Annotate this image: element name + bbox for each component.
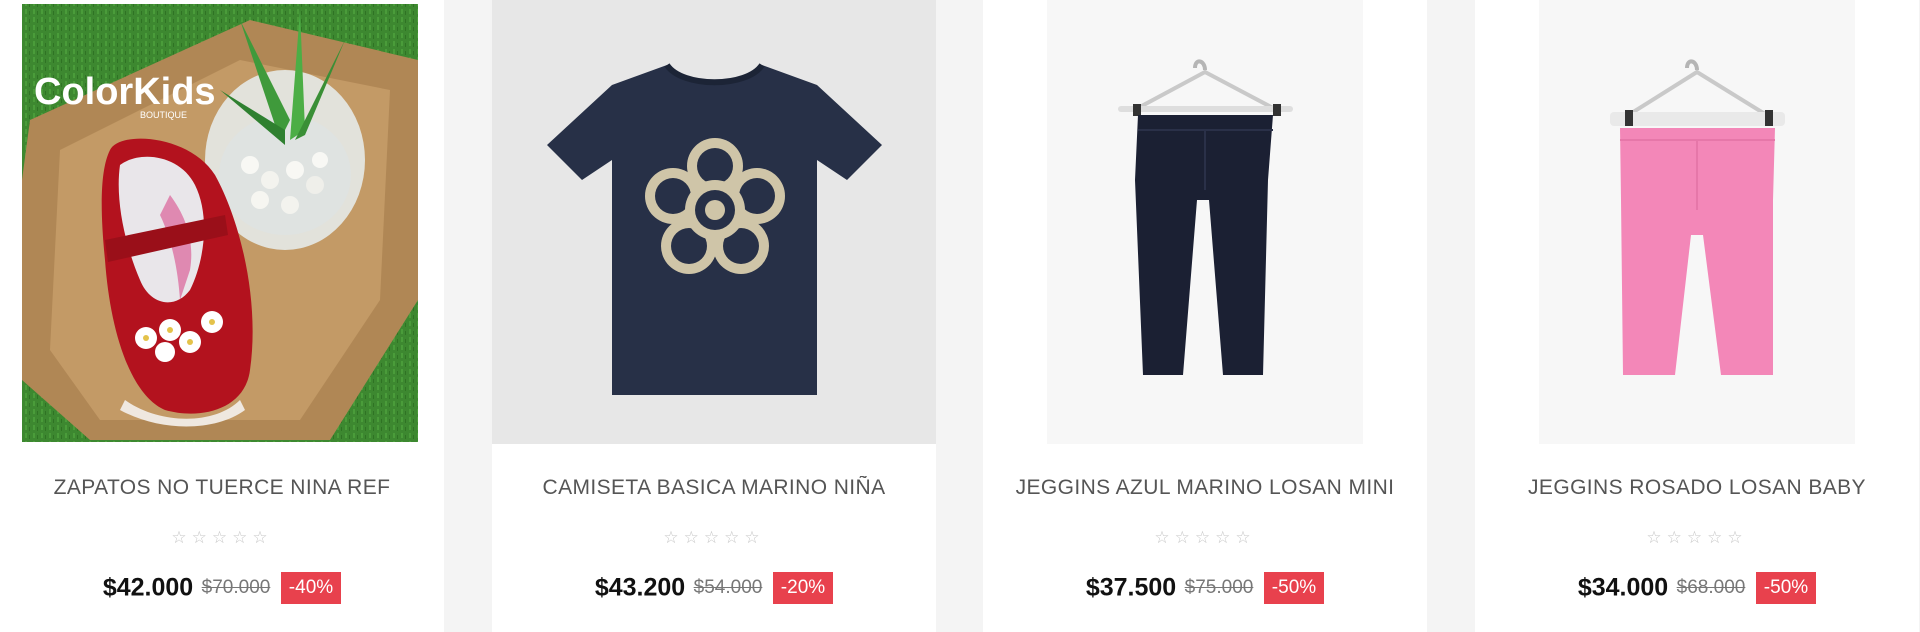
- discount-badge: -40%: [280, 572, 342, 604]
- product-grid: ColorKids BOUTIQUE ZAPATOS NO TUERCE NIN…: [0, 0, 1920, 632]
- star-outline-icon: ☆: [1686, 528, 1708, 547]
- star-outline-icon: ☆: [211, 528, 233, 547]
- rating-stars: ☆☆☆☆☆: [0, 528, 444, 548]
- star-outline-icon: ☆: [171, 528, 192, 547]
- original-price: $70.000: [201, 577, 271, 598]
- star-outline-icon: ☆: [1646, 528, 1667, 547]
- star-outline-icon: ☆: [1154, 528, 1175, 547]
- product-card[interactable]: JEGGINS ROSADO LOSAN BABY ☆☆☆☆☆ $34.000 …: [1475, 0, 1919, 632]
- product-card[interactable]: ColorKids BOUTIQUE ZAPATOS NO TUERCE NIN…: [0, 0, 444, 632]
- star-outline-icon: ☆: [1215, 528, 1236, 547]
- product-title[interactable]: JEGGINS ROSADO LOSAN BABY: [1475, 476, 1919, 500]
- star-outline-icon: ☆: [663, 528, 684, 547]
- rating-stars: ☆☆☆☆☆: [1475, 528, 1919, 548]
- rating-stars: ☆☆☆☆☆: [492, 528, 936, 548]
- sale-price: $43.200: [594, 573, 686, 602]
- star-outline-icon: ☆: [1235, 528, 1256, 547]
- star-outline-icon: ☆: [1174, 528, 1195, 547]
- tshirt-photo: [492, 0, 936, 444]
- original-price: $75.000: [1184, 577, 1254, 598]
- discount-badge: -20%: [772, 572, 834, 604]
- svg-text:BOUTIQUE: BOUTIQUE: [140, 110, 187, 120]
- original-price: $68.000: [1676, 577, 1746, 598]
- price-row: $42.000 $70.000 -40%: [0, 572, 444, 604]
- star-outline-icon: ☆: [1194, 528, 1216, 547]
- navy-jeggings-photo: [983, 0, 1427, 444]
- svg-text:ColorKids: ColorKids: [34, 71, 216, 113]
- shoe-photo: ColorKids BOUTIQUE: [0, 0, 444, 444]
- star-outline-icon: ☆: [191, 528, 212, 547]
- pink-jeggings-photo: [1475, 0, 1919, 444]
- star-outline-icon: ☆: [1707, 528, 1728, 547]
- product-image[interactable]: ColorKids BOUTIQUE: [0, 0, 444, 444]
- star-outline-icon: ☆: [232, 528, 253, 547]
- star-outline-icon: ☆: [744, 528, 765, 547]
- price-row: $43.200 $54.000 -20%: [492, 572, 936, 604]
- star-outline-icon: ☆: [724, 528, 745, 547]
- star-outline-icon: ☆: [1666, 528, 1687, 547]
- discount-badge: -50%: [1755, 572, 1817, 604]
- sale-price: $34.000: [1577, 573, 1669, 602]
- price-row: $37.500 $75.000 -50%: [983, 572, 1427, 604]
- sale-price: $37.500: [1085, 573, 1177, 602]
- sale-price: $42.000: [102, 573, 194, 602]
- original-price: $54.000: [693, 577, 763, 598]
- price-row: $34.000 $68.000 -50%: [1475, 572, 1919, 604]
- star-outline-icon: ☆: [703, 528, 725, 547]
- colorkids-logo: ColorKids BOUTIQUE: [34, 71, 216, 120]
- star-outline-icon: ☆: [252, 528, 273, 547]
- product-title[interactable]: CAMISETA BASICA MARINO NIÑA: [492, 476, 936, 500]
- product-image[interactable]: [983, 0, 1427, 444]
- rating-stars: ☆☆☆☆☆: [983, 528, 1427, 548]
- product-image[interactable]: [492, 0, 936, 444]
- discount-badge: -50%: [1263, 572, 1325, 604]
- product-card[interactable]: CAMISETA BASICA MARINO NIÑA ☆☆☆☆☆ $43.20…: [492, 0, 936, 632]
- product-title[interactable]: JEGGINS AZUL MARINO LOSAN MINI: [983, 476, 1427, 500]
- product-title[interactable]: ZAPATOS NO TUERCE NINA REF: [0, 476, 444, 500]
- star-outline-icon: ☆: [683, 528, 704, 547]
- star-outline-icon: ☆: [1727, 528, 1748, 547]
- product-card[interactable]: JEGGINS AZUL MARINO LOSAN MINI ☆☆☆☆☆ $37…: [983, 0, 1427, 632]
- product-image[interactable]: [1475, 0, 1919, 444]
